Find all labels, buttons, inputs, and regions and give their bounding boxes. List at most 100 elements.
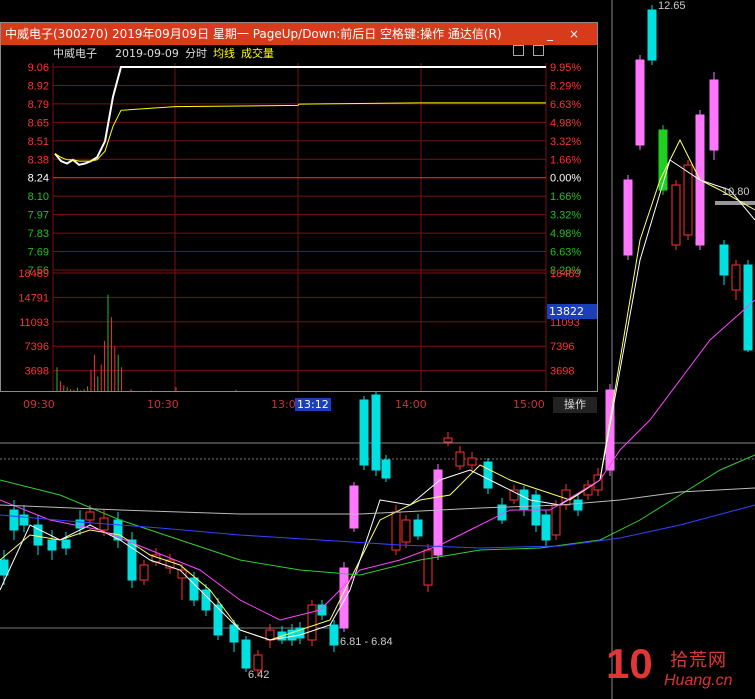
candle-body xyxy=(329,624,339,646)
candle-body xyxy=(401,519,411,543)
candle-body xyxy=(623,179,633,256)
candle-body xyxy=(253,654,263,671)
price-tick: 7.83 xyxy=(28,228,49,240)
low-price-annotation: 6.42 xyxy=(248,669,270,681)
pct-tick: 3.32% xyxy=(550,210,581,222)
logo-cn: 拾荒网 xyxy=(670,650,727,671)
candle-body xyxy=(177,569,187,579)
candle-body xyxy=(349,485,359,529)
candle-body xyxy=(0,559,9,576)
site-logo: 10 拾荒网 Huang.cn xyxy=(604,640,755,699)
candle-body xyxy=(743,264,753,351)
pct-tick: 8.29% xyxy=(550,80,581,92)
candle-body xyxy=(241,639,251,669)
candle-body xyxy=(647,9,657,61)
avg-line xyxy=(54,102,546,162)
stock-name: 中威电子 xyxy=(53,47,97,60)
time-label: 09:30 xyxy=(23,398,55,411)
pct-tick: 6.63% xyxy=(550,99,581,111)
candle-body xyxy=(85,511,95,521)
candle-body xyxy=(47,539,57,551)
price-line xyxy=(54,66,546,166)
candle-body xyxy=(719,244,729,276)
candle-body xyxy=(709,79,719,151)
pct-tick: 1.66% xyxy=(550,191,581,203)
time-label: 10:30 xyxy=(147,398,179,411)
avg-line-label: 均线 xyxy=(213,47,235,60)
volume-tick: 7396 xyxy=(25,341,49,353)
minimize-button[interactable]: _ xyxy=(543,27,557,41)
candle-body xyxy=(455,451,465,467)
candle-body xyxy=(229,624,239,643)
time-label: 15:00 xyxy=(513,398,545,411)
price-tick: 8.10 xyxy=(28,191,49,203)
pct-tick: 3.32% xyxy=(550,136,581,148)
pct-tick: 4.98% xyxy=(550,117,581,129)
candle-body xyxy=(433,469,443,556)
split-icon[interactable] xyxy=(533,45,544,56)
volume-tick-right: 7396 xyxy=(550,341,574,353)
candle-body xyxy=(307,604,317,641)
volume-tick: 18489 xyxy=(18,268,49,280)
volume-tick: 14791 xyxy=(18,292,49,304)
candle-body xyxy=(9,509,19,531)
pct-tick: 9.95% xyxy=(550,63,581,74)
popup-title-bar[interactable]: 中威电子(300270) 2019年09月09日 星期一 PageUp/Down… xyxy=(1,23,597,45)
close-button[interactable]: × xyxy=(567,27,581,41)
price-tick: 8.79 xyxy=(28,99,49,111)
logo-site: Huang.cn xyxy=(664,672,733,689)
volume-label: 成交量 xyxy=(241,47,274,60)
price-tick: 8.38 xyxy=(28,154,49,166)
intraday-popup-window[interactable]: 中威电子(300270) 2019年09月09日 星期一 PageUp/Down… xyxy=(0,22,598,413)
pct-tick: 1.66% xyxy=(550,154,581,166)
time-label: 14:00 xyxy=(395,398,427,411)
candle-body xyxy=(541,514,551,541)
candle-body xyxy=(381,459,391,479)
expand-icon[interactable] xyxy=(513,45,524,56)
price-tick: 8.51 xyxy=(28,136,49,148)
candle-body xyxy=(483,461,493,489)
candle-body xyxy=(731,264,741,291)
price-lines xyxy=(54,66,546,166)
moving-average-line xyxy=(0,504,755,549)
candle-body xyxy=(519,489,529,511)
volume-current-tag: 13822 xyxy=(547,304,597,319)
price-tick: 8.24 xyxy=(28,173,49,185)
candle-body xyxy=(61,539,71,549)
volume-tick: 3698 xyxy=(25,366,49,378)
candle-body xyxy=(265,629,275,641)
right-price-annotation: 10.80 xyxy=(722,186,750,198)
chart-date: 2019-09-09 xyxy=(115,47,179,60)
time-axis: 09:30 10:30 13:01 13:12 14:00 15:00 xyxy=(1,397,597,413)
intraday-grid xyxy=(52,63,547,391)
chart-header: 中威电子 2019-09-09 分时 均线 成交量 xyxy=(1,45,597,63)
popup-title: 中威电子(300270) 2019年09月09日 星期一 PageUp/Down… xyxy=(5,27,502,41)
volume-bars xyxy=(56,294,237,391)
price-axis: 9.06 9.95% 8.92 8.29% 8.79 6.63% 8.65 4.98% 8.51… xyxy=(18,63,581,378)
intraday-chart[interactable]: 9.06 9.95% 8.92 8.29% 8.79 6.63% 8.65 4.98% 8.51… xyxy=(1,63,597,391)
candle-body xyxy=(658,129,668,191)
volume-tick-right: 18489 xyxy=(550,268,581,280)
price-tick: 7.97 xyxy=(28,210,49,222)
time-cursor-label: 13:12 xyxy=(295,398,331,411)
pct-tick: 4.98% xyxy=(550,228,581,240)
candle-body xyxy=(423,549,433,586)
volume-tick: 11093 xyxy=(19,317,49,329)
logo-number: 10 xyxy=(606,640,653,687)
top-price-annotation: 12.65 xyxy=(658,0,686,12)
candle-body xyxy=(213,604,223,636)
pct-tick: 0.00% xyxy=(550,173,581,185)
price-tick: 7.69 xyxy=(28,247,49,259)
candle-body xyxy=(467,457,477,466)
candle-body xyxy=(551,504,561,536)
candle-body xyxy=(671,184,681,246)
operate-button[interactable]: 操作 xyxy=(553,397,597,413)
chart-type: 分时 xyxy=(185,47,207,60)
pct-tick: 6.63% xyxy=(550,247,581,259)
candle-body xyxy=(413,519,423,537)
range-annotation: 6.81 - 6.84 xyxy=(340,636,393,648)
price-tick: 8.92 xyxy=(28,80,49,92)
moving-average-line xyxy=(0,454,755,576)
volume-tick-right: 3698 xyxy=(550,366,574,378)
price-tick: 9.06 xyxy=(28,63,49,74)
